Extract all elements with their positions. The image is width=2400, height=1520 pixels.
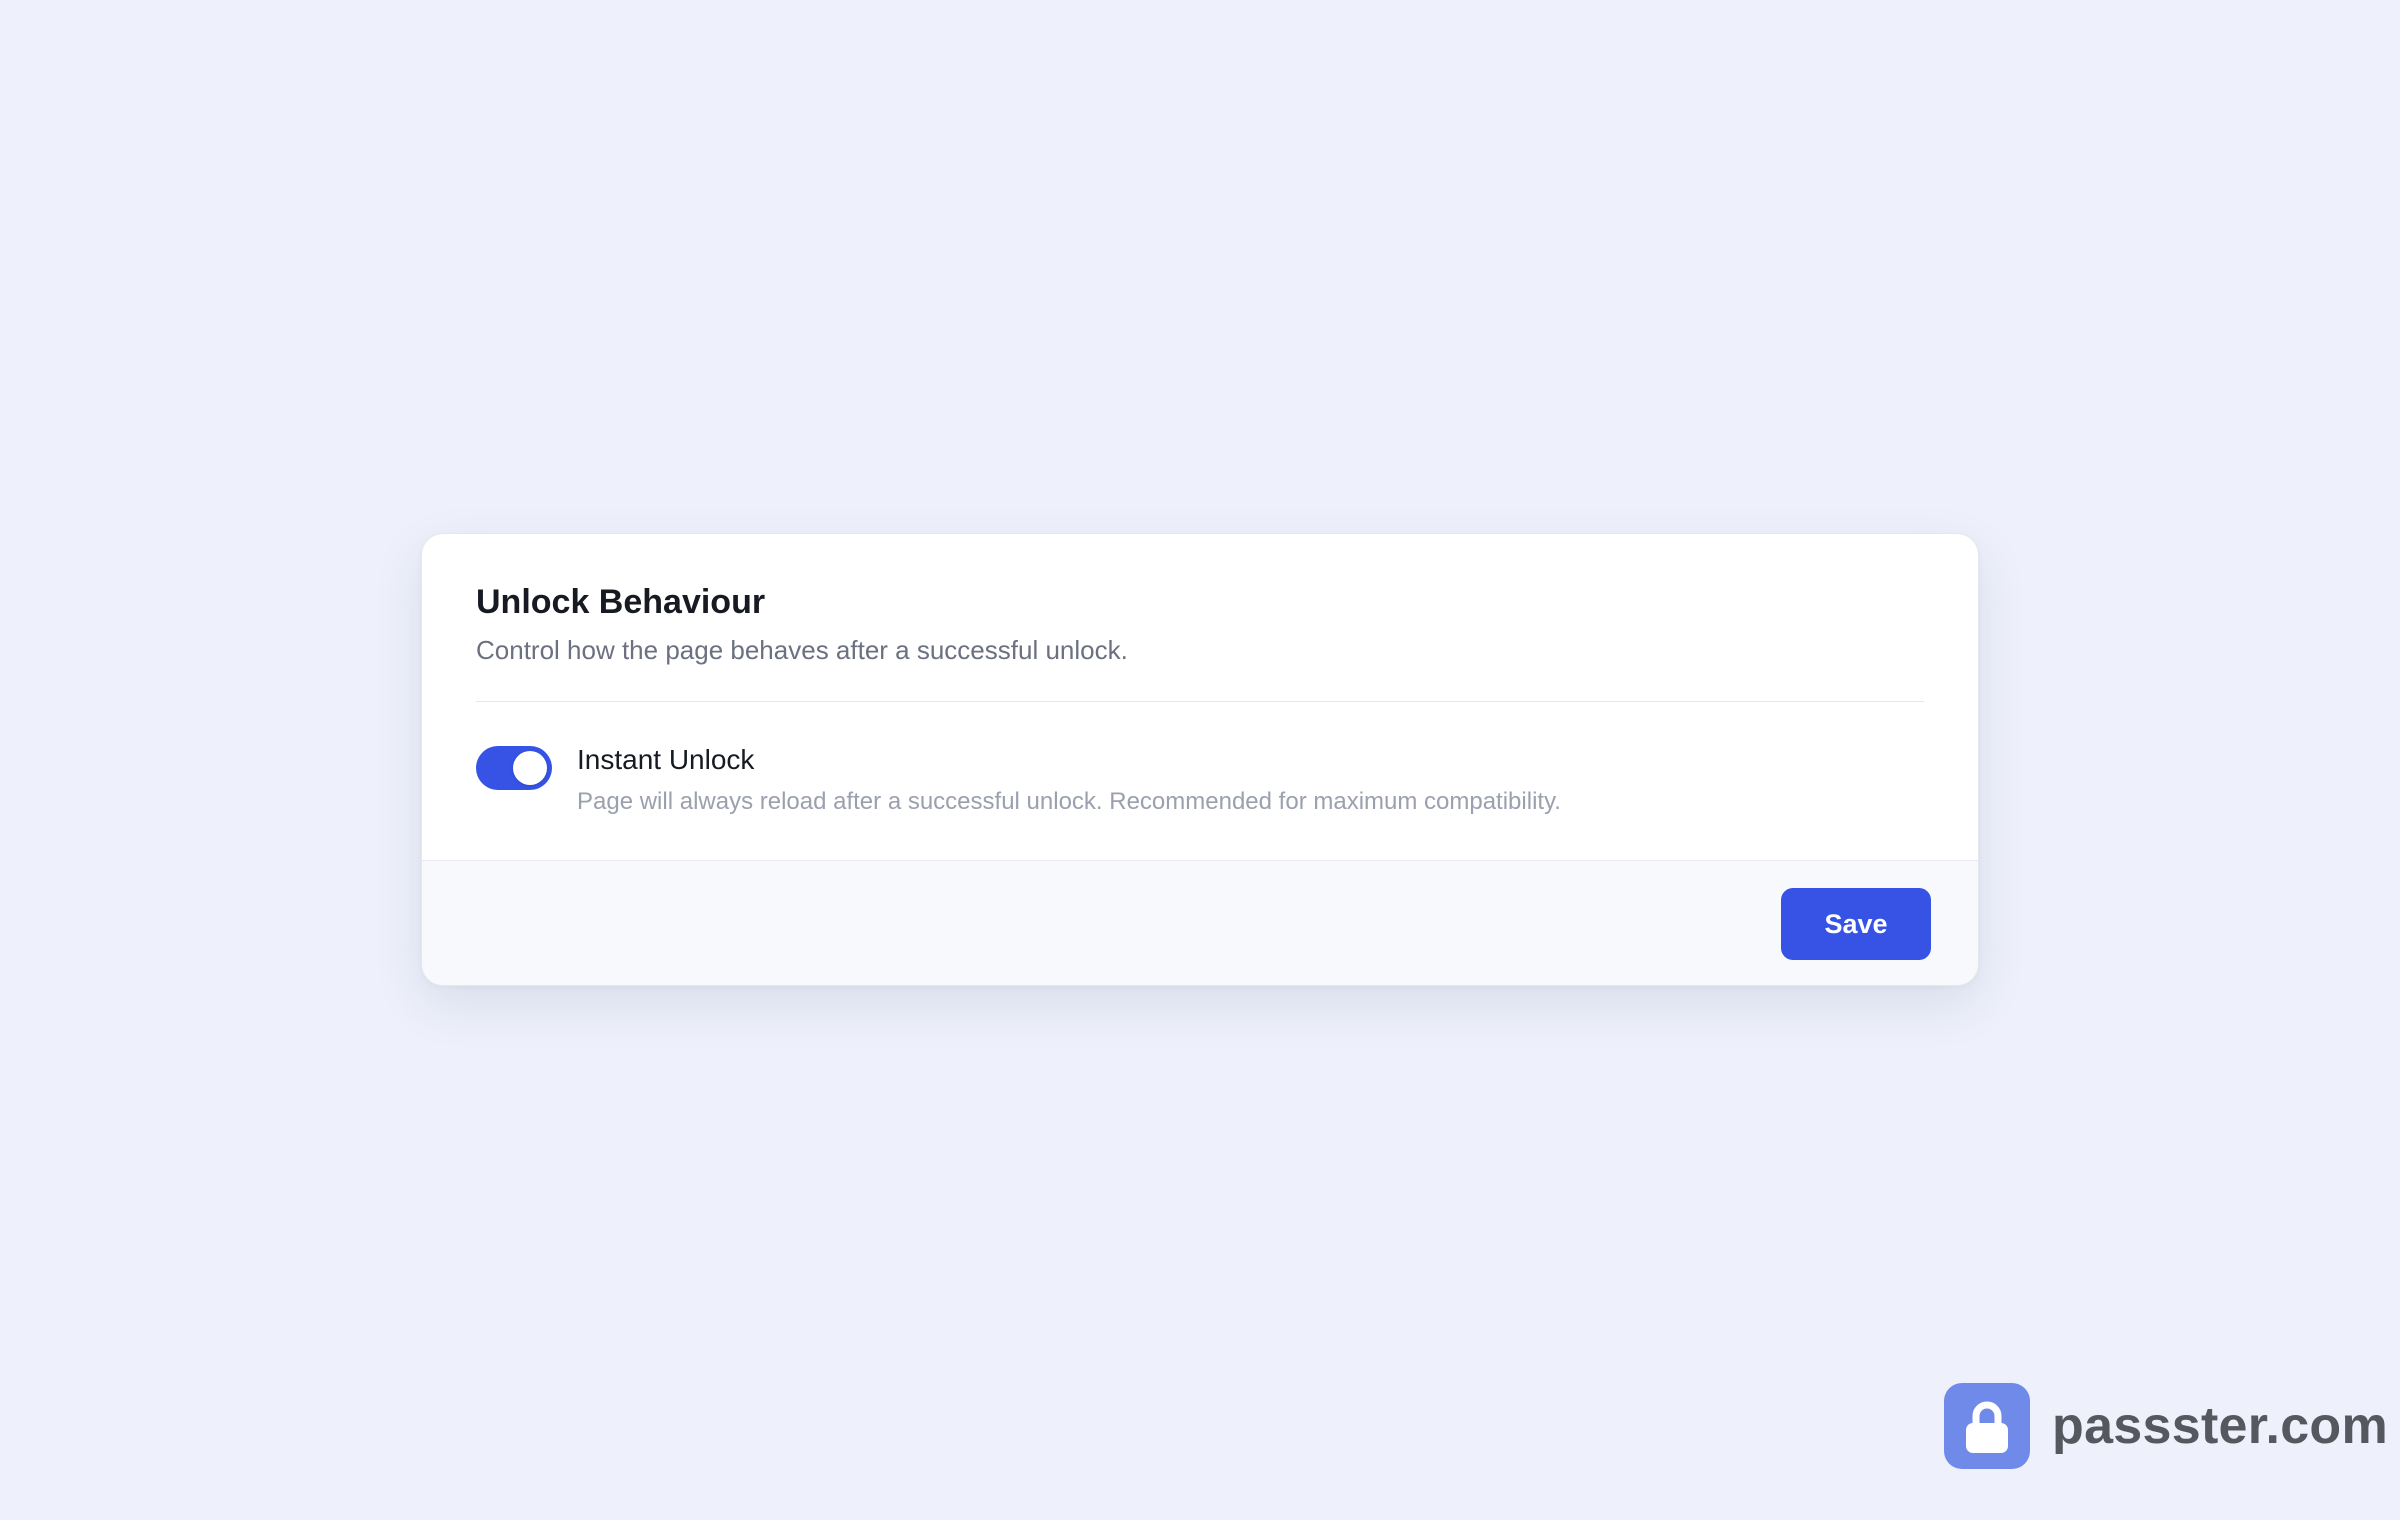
brand-watermark: passster.com bbox=[1944, 1383, 2388, 1469]
lock-icon bbox=[1966, 1401, 2008, 1453]
setting-description: Page will always reload after a successf… bbox=[577, 788, 1561, 815]
brand-text: passster.com bbox=[2052, 1397, 2389, 1455]
toggle-knob bbox=[513, 751, 547, 785]
settings-card: Unlock Behaviour Control how the page be… bbox=[421, 533, 1979, 986]
setting-label: Instant Unlock bbox=[577, 744, 755, 775]
card-title: Unlock Behaviour bbox=[476, 583, 766, 621]
setting-instant-unlock: Instant Unlock Page will always reload a… bbox=[476, 739, 1924, 829]
brand-logo bbox=[1944, 1383, 2030, 1469]
card-body: Unlock Behaviour Control how the page be… bbox=[422, 534, 1978, 860]
divider bbox=[476, 701, 1924, 702]
card-footer: Save bbox=[422, 860, 1978, 985]
instant-unlock-toggle[interactable] bbox=[476, 746, 552, 790]
save-button[interactable]: Save bbox=[1781, 888, 1931, 960]
card-subtitle: Control how the page behaves after a suc… bbox=[476, 635, 1128, 665]
